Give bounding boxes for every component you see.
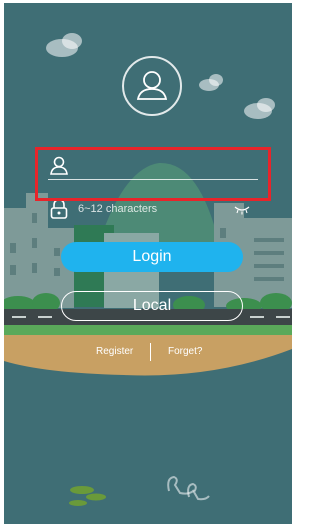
password-row xyxy=(48,197,258,223)
swan-icon xyxy=(167,475,210,501)
login-screen: Login Local Register Forget? xyxy=(4,3,292,524)
username-row xyxy=(48,153,258,180)
register-link[interactable]: Register xyxy=(96,346,133,357)
forget-password-link[interactable]: Forget? xyxy=(168,346,202,357)
username-input[interactable] xyxy=(78,153,228,177)
user-icon xyxy=(50,156,68,175)
eye-closed-icon[interactable] xyxy=(234,205,250,215)
lock-icon xyxy=(50,199,68,219)
avatar[interactable] xyxy=(122,56,182,116)
local-button[interactable]: Local xyxy=(61,291,243,321)
footer-links: Register Forget? xyxy=(4,343,292,361)
login-button[interactable]: Login xyxy=(61,242,243,272)
link-divider xyxy=(150,343,151,361)
password-input[interactable] xyxy=(78,197,228,221)
avatar-icon xyxy=(136,71,168,100)
